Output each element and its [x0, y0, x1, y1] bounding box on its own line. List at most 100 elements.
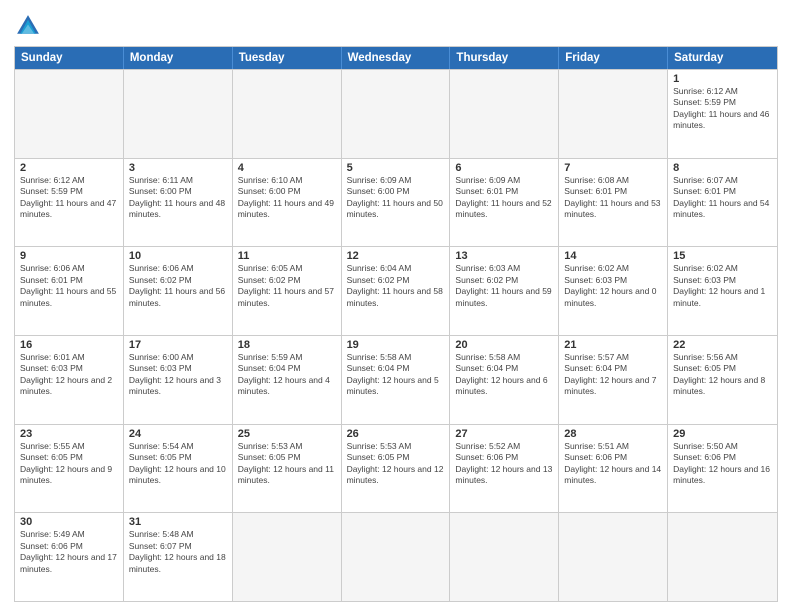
cal-cell: 13Sunrise: 6:03 AM Sunset: 6:02 PM Dayli…: [450, 247, 559, 335]
calendar: SundayMondayTuesdayWednesdayThursdayFrid…: [14, 46, 778, 602]
day-info: Sunrise: 6:05 AM Sunset: 6:02 PM Dayligh…: [238, 263, 336, 309]
cal-cell: [15, 70, 124, 158]
day-number: 29: [673, 428, 772, 440]
day-number: 1: [673, 73, 772, 85]
cal-header-saturday: Saturday: [668, 47, 777, 69]
cal-cell: [668, 513, 777, 601]
day-number: 10: [129, 250, 227, 262]
day-info: Sunrise: 5:58 AM Sunset: 6:04 PM Dayligh…: [347, 352, 445, 398]
cal-cell: 26Sunrise: 5:53 AM Sunset: 6:05 PM Dayli…: [342, 425, 451, 513]
day-info: Sunrise: 5:54 AM Sunset: 6:05 PM Dayligh…: [129, 441, 227, 487]
day-number: 24: [129, 428, 227, 440]
day-number: 15: [673, 250, 772, 262]
cal-cell: 22Sunrise: 5:56 AM Sunset: 6:05 PM Dayli…: [668, 336, 777, 424]
cal-cell: 24Sunrise: 5:54 AM Sunset: 6:05 PM Dayli…: [124, 425, 233, 513]
day-info: Sunrise: 6:02 AM Sunset: 6:03 PM Dayligh…: [564, 263, 662, 309]
calendar-body: 1Sunrise: 6:12 AM Sunset: 5:59 PM Daylig…: [15, 69, 777, 601]
cal-cell: 12Sunrise: 6:04 AM Sunset: 6:02 PM Dayli…: [342, 247, 451, 335]
day-number: 26: [347, 428, 445, 440]
day-info: Sunrise: 6:10 AM Sunset: 6:00 PM Dayligh…: [238, 175, 336, 221]
day-info: Sunrise: 5:55 AM Sunset: 6:05 PM Dayligh…: [20, 441, 118, 487]
day-info: Sunrise: 6:08 AM Sunset: 6:01 PM Dayligh…: [564, 175, 662, 221]
cal-cell: 30Sunrise: 5:49 AM Sunset: 6:06 PM Dayli…: [15, 513, 124, 601]
cal-cell: [233, 513, 342, 601]
cal-cell: 2Sunrise: 6:12 AM Sunset: 5:59 PM Daylig…: [15, 159, 124, 247]
day-number: 9: [20, 250, 118, 262]
cal-row-4: 23Sunrise: 5:55 AM Sunset: 6:05 PM Dayli…: [15, 424, 777, 513]
day-number: 20: [455, 339, 553, 351]
calendar-header-row: SundayMondayTuesdayWednesdayThursdayFrid…: [15, 47, 777, 69]
header: [14, 12, 778, 40]
cal-cell: 11Sunrise: 6:05 AM Sunset: 6:02 PM Dayli…: [233, 247, 342, 335]
cal-header-tuesday: Tuesday: [233, 47, 342, 69]
day-number: 3: [129, 162, 227, 174]
cal-cell: 31Sunrise: 5:48 AM Sunset: 6:07 PM Dayli…: [124, 513, 233, 601]
cal-cell: [450, 70, 559, 158]
cal-cell: 5Sunrise: 6:09 AM Sunset: 6:00 PM Daylig…: [342, 159, 451, 247]
day-number: 2: [20, 162, 118, 174]
cal-cell: 7Sunrise: 6:08 AM Sunset: 6:01 PM Daylig…: [559, 159, 668, 247]
cal-cell: 25Sunrise: 5:53 AM Sunset: 6:05 PM Dayli…: [233, 425, 342, 513]
day-info: Sunrise: 6:06 AM Sunset: 6:01 PM Dayligh…: [20, 263, 118, 309]
day-number: 8: [673, 162, 772, 174]
day-number: 5: [347, 162, 445, 174]
day-number: 13: [455, 250, 553, 262]
cal-cell: 27Sunrise: 5:52 AM Sunset: 6:06 PM Dayli…: [450, 425, 559, 513]
day-number: 30: [20, 516, 118, 528]
day-info: Sunrise: 5:58 AM Sunset: 6:04 PM Dayligh…: [455, 352, 553, 398]
cal-cell: 21Sunrise: 5:57 AM Sunset: 6:04 PM Dayli…: [559, 336, 668, 424]
cal-header-sunday: Sunday: [15, 47, 124, 69]
cal-cell: 10Sunrise: 6:06 AM Sunset: 6:02 PM Dayli…: [124, 247, 233, 335]
day-number: 4: [238, 162, 336, 174]
day-info: Sunrise: 5:51 AM Sunset: 6:06 PM Dayligh…: [564, 441, 662, 487]
day-info: Sunrise: 6:01 AM Sunset: 6:03 PM Dayligh…: [20, 352, 118, 398]
cal-cell: 17Sunrise: 6:00 AM Sunset: 6:03 PM Dayli…: [124, 336, 233, 424]
cal-cell: 29Sunrise: 5:50 AM Sunset: 6:06 PM Dayli…: [668, 425, 777, 513]
day-number: 23: [20, 428, 118, 440]
day-number: 14: [564, 250, 662, 262]
day-info: Sunrise: 6:04 AM Sunset: 6:02 PM Dayligh…: [347, 263, 445, 309]
day-number: 28: [564, 428, 662, 440]
logo-icon: [14, 12, 42, 40]
cal-cell: 6Sunrise: 6:09 AM Sunset: 6:01 PM Daylig…: [450, 159, 559, 247]
cal-header-monday: Monday: [124, 47, 233, 69]
day-number: 19: [347, 339, 445, 351]
cal-cell: 4Sunrise: 6:10 AM Sunset: 6:00 PM Daylig…: [233, 159, 342, 247]
day-info: Sunrise: 6:07 AM Sunset: 6:01 PM Dayligh…: [673, 175, 772, 221]
logo: [14, 12, 46, 40]
day-number: 18: [238, 339, 336, 351]
cal-cell: [450, 513, 559, 601]
cal-cell: 3Sunrise: 6:11 AM Sunset: 6:00 PM Daylig…: [124, 159, 233, 247]
day-number: 6: [455, 162, 553, 174]
cal-cell: 28Sunrise: 5:51 AM Sunset: 6:06 PM Dayli…: [559, 425, 668, 513]
day-info: Sunrise: 6:00 AM Sunset: 6:03 PM Dayligh…: [129, 352, 227, 398]
day-number: 22: [673, 339, 772, 351]
day-info: Sunrise: 5:53 AM Sunset: 6:05 PM Dayligh…: [238, 441, 336, 487]
cal-header-thursday: Thursday: [450, 47, 559, 69]
cal-row-0: 1Sunrise: 6:12 AM Sunset: 5:59 PM Daylig…: [15, 69, 777, 158]
day-number: 25: [238, 428, 336, 440]
cal-cell: 8Sunrise: 6:07 AM Sunset: 6:01 PM Daylig…: [668, 159, 777, 247]
cal-cell: 19Sunrise: 5:58 AM Sunset: 6:04 PM Dayli…: [342, 336, 451, 424]
day-info: Sunrise: 5:49 AM Sunset: 6:06 PM Dayligh…: [20, 529, 118, 575]
day-info: Sunrise: 5:57 AM Sunset: 6:04 PM Dayligh…: [564, 352, 662, 398]
day-info: Sunrise: 5:52 AM Sunset: 6:06 PM Dayligh…: [455, 441, 553, 487]
day-number: 27: [455, 428, 553, 440]
cal-cell: 1Sunrise: 6:12 AM Sunset: 5:59 PM Daylig…: [668, 70, 777, 158]
cal-row-5: 30Sunrise: 5:49 AM Sunset: 6:06 PM Dayli…: [15, 512, 777, 601]
day-info: Sunrise: 6:09 AM Sunset: 6:01 PM Dayligh…: [455, 175, 553, 221]
day-info: Sunrise: 6:09 AM Sunset: 6:00 PM Dayligh…: [347, 175, 445, 221]
day-number: 11: [238, 250, 336, 262]
cal-cell: 16Sunrise: 6:01 AM Sunset: 6:03 PM Dayli…: [15, 336, 124, 424]
cal-cell: 18Sunrise: 5:59 AM Sunset: 6:04 PM Dayli…: [233, 336, 342, 424]
cal-cell: 9Sunrise: 6:06 AM Sunset: 6:01 PM Daylig…: [15, 247, 124, 335]
day-info: Sunrise: 5:59 AM Sunset: 6:04 PM Dayligh…: [238, 352, 336, 398]
cal-cell: [559, 513, 668, 601]
cal-cell: [559, 70, 668, 158]
cal-cell: 14Sunrise: 6:02 AM Sunset: 6:03 PM Dayli…: [559, 247, 668, 335]
cal-cell: [342, 70, 451, 158]
day-info: Sunrise: 6:02 AM Sunset: 6:03 PM Dayligh…: [673, 263, 772, 309]
day-number: 31: [129, 516, 227, 528]
day-info: Sunrise: 6:06 AM Sunset: 6:02 PM Dayligh…: [129, 263, 227, 309]
cal-row-1: 2Sunrise: 6:12 AM Sunset: 5:59 PM Daylig…: [15, 158, 777, 247]
